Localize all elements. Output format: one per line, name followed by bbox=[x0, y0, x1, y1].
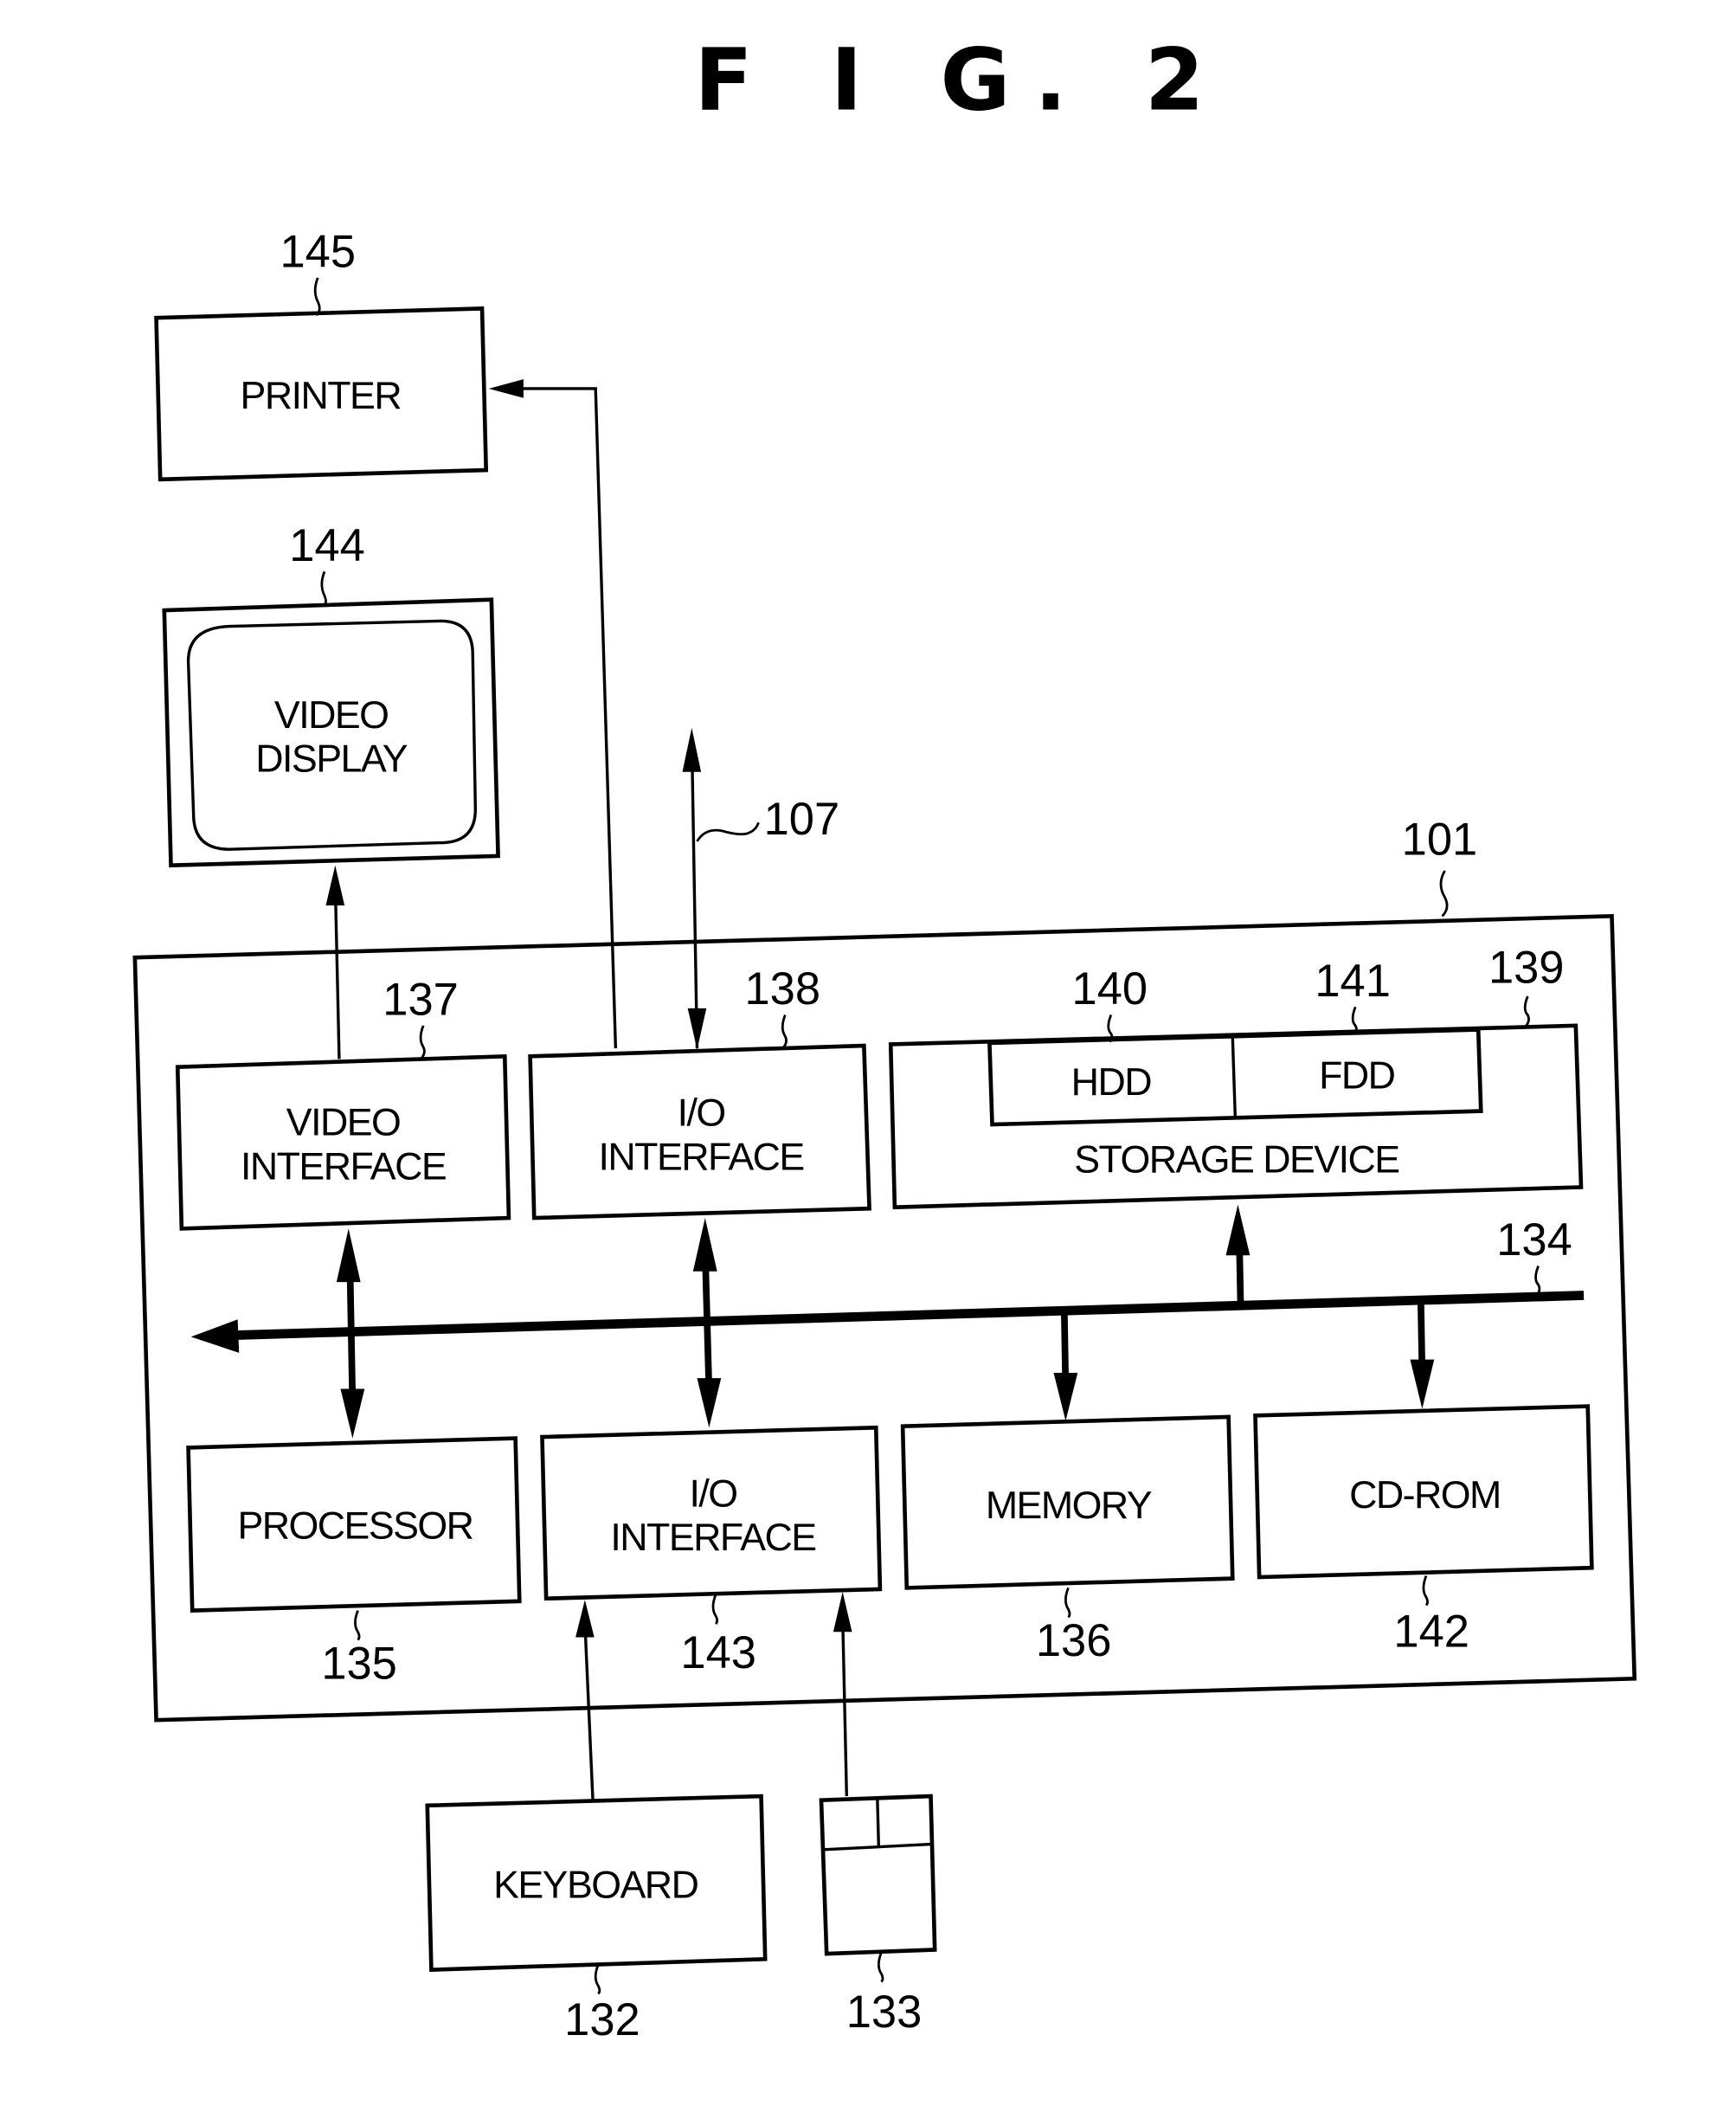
ref-139: 139 bbox=[1488, 944, 1565, 994]
ref-138: 138 bbox=[744, 964, 820, 1014]
bus-tap-video-interface bbox=[346, 1261, 357, 1403]
video-interface-label-line1: VIDEO bbox=[286, 1100, 401, 1143]
processor-block: PROCESSOR bbox=[186, 1436, 522, 1613]
arrowhead-memory-down bbox=[1053, 1373, 1078, 1421]
leader-107 bbox=[696, 821, 760, 842]
printer-block: PRINTER bbox=[154, 306, 489, 482]
printer-connection bbox=[507, 387, 618, 1049]
mouse-arrowhead bbox=[833, 1592, 852, 1633]
leader-136 bbox=[1064, 1587, 1071, 1619]
network-line bbox=[690, 734, 699, 1049]
io-interface-bottom-label-line2: INTERFACE bbox=[610, 1516, 815, 1559]
printer-arrowhead bbox=[488, 379, 524, 398]
arrowhead-io-top-up bbox=[692, 1218, 717, 1272]
ref-134: 134 bbox=[1496, 1215, 1572, 1266]
ref-101: 101 bbox=[1402, 815, 1478, 865]
bus-arrowhead-left bbox=[190, 1319, 240, 1353]
mouse-button-divider-vertical bbox=[876, 1797, 881, 1847]
leader-101 bbox=[1439, 870, 1449, 918]
leader-138 bbox=[781, 1014, 788, 1048]
storage-device-block: HDD FDD STORAGE DEVICE bbox=[888, 1023, 1584, 1210]
arrowhead-processor-down bbox=[340, 1388, 365, 1439]
ref-140: 140 bbox=[1072, 964, 1148, 1014]
network-arrowhead-down bbox=[687, 1008, 707, 1050]
memory-label: MEMORY bbox=[986, 1484, 1152, 1527]
network-arrowhead-up bbox=[682, 727, 702, 772]
video-display-label-line1: VIDEO bbox=[274, 693, 389, 737]
cdrom-block: CD-ROM bbox=[1253, 1404, 1594, 1580]
keyboard-arrowhead bbox=[575, 1600, 595, 1638]
system-bus bbox=[227, 1291, 1585, 1341]
video-interface-block: VIDEO INTERFACE bbox=[175, 1053, 511, 1231]
leader-139 bbox=[1523, 995, 1530, 1027]
leader-132 bbox=[594, 1963, 601, 1995]
leader-133 bbox=[877, 1952, 884, 1983]
ref-107: 107 bbox=[764, 795, 840, 845]
arrowhead-io-bottom-down bbox=[697, 1378, 722, 1428]
ref-133: 133 bbox=[846, 1987, 923, 2038]
io-interface-bottom-block: I/O INTERFACE bbox=[540, 1425, 883, 1601]
video-display-block: VIDEO DISPLAY bbox=[162, 597, 500, 868]
io-interface-top-label-line1: I/O bbox=[678, 1092, 725, 1135]
mouse-connection bbox=[840, 1615, 849, 1797]
printer-label: PRINTER bbox=[241, 374, 402, 417]
mouse-icon bbox=[819, 1794, 937, 1956]
leader-134 bbox=[1534, 1266, 1541, 1297]
io-interface-bottom-label-line1: I/O bbox=[689, 1472, 736, 1515]
ref-141: 141 bbox=[1315, 956, 1391, 1007]
leader-142 bbox=[1422, 1575, 1429, 1607]
ref-145: 145 bbox=[280, 228, 356, 278]
figure-title: F I G. 2 bbox=[694, 31, 1228, 131]
processor-label: PROCESSOR bbox=[237, 1504, 473, 1547]
io-interface-top-block: I/O INTERFACE bbox=[528, 1043, 871, 1220]
ref-135: 135 bbox=[321, 1639, 397, 1689]
keyboard-connection bbox=[583, 1622, 595, 1802]
keyboard-block: KEYBOARD bbox=[425, 1794, 768, 1973]
cdrom-label: CD-ROM bbox=[1349, 1473, 1501, 1517]
fdd-label: FDD bbox=[1319, 1053, 1395, 1097]
ref-137: 137 bbox=[383, 976, 459, 1026]
arrowhead-storage-up bbox=[1225, 1204, 1251, 1256]
block-diagram: F I G. 2 PRINTER 145 VIDEO DISPLAY 144 1… bbox=[132, 31, 1637, 2045]
ref-143: 143 bbox=[680, 1628, 756, 1678]
arrowhead-video-interface-up bbox=[336, 1228, 361, 1283]
leader-137 bbox=[419, 1025, 426, 1059]
hdd-label: HDD bbox=[1071, 1060, 1152, 1104]
ref-144: 144 bbox=[289, 521, 365, 571]
storage-device-label: STORAGE DEVICE bbox=[1074, 1138, 1398, 1182]
leader-135 bbox=[354, 1610, 361, 1641]
video-display-label-line2: DISPLAY bbox=[255, 737, 408, 781]
display-arrowhead bbox=[325, 865, 345, 906]
ref-132: 132 bbox=[564, 1995, 640, 2045]
memory-block: MEMORY bbox=[900, 1414, 1235, 1590]
display-connection bbox=[333, 881, 341, 1059]
video-interface-label-line2: INTERFACE bbox=[241, 1144, 446, 1188]
keyboard-label: KEYBOARD bbox=[493, 1863, 698, 1906]
arrowhead-cdrom-down bbox=[1410, 1359, 1435, 1409]
leader-144 bbox=[320, 570, 327, 606]
leader-145 bbox=[313, 277, 321, 317]
leader-141 bbox=[1351, 1006, 1358, 1035]
ref-136: 136 bbox=[1036, 1616, 1112, 1666]
leader-143 bbox=[711, 1594, 719, 1626]
io-interface-top-label-line2: INTERFACE bbox=[599, 1135, 804, 1178]
ref-142: 142 bbox=[1393, 1607, 1469, 1657]
